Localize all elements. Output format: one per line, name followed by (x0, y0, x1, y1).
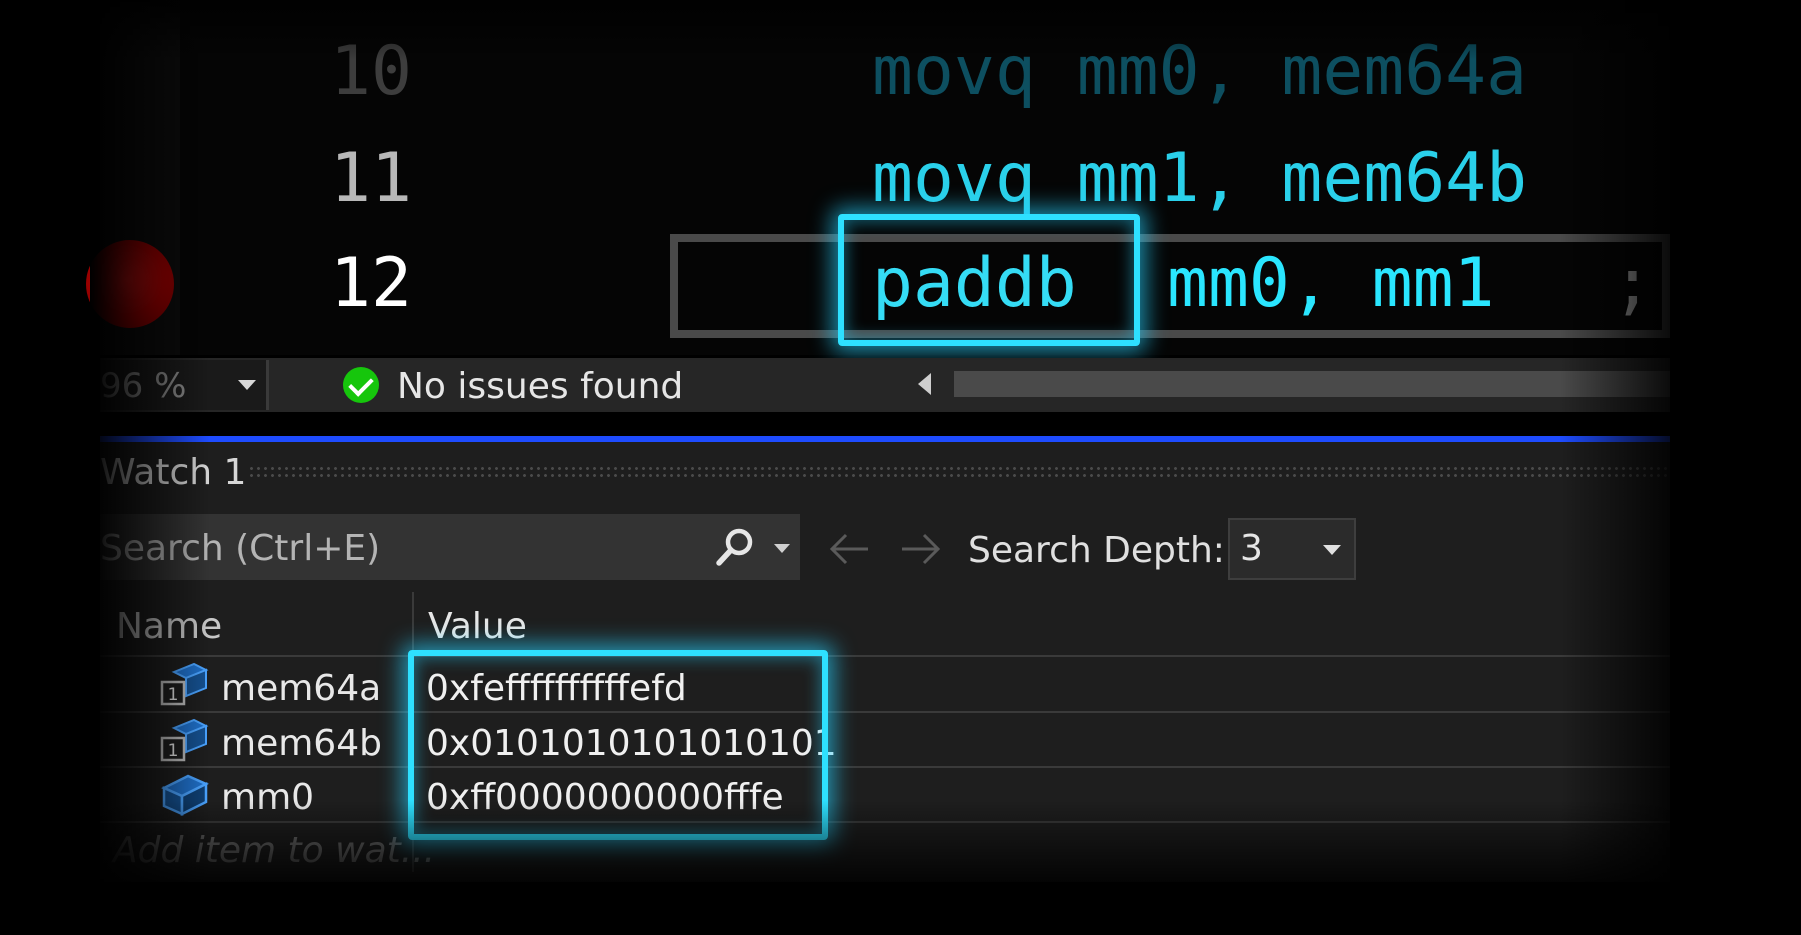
instruction-highlight-box (838, 214, 1140, 346)
watch-panel (100, 442, 1670, 882)
register-icon (161, 774, 209, 816)
row-divider (100, 711, 1670, 713)
arrow-right-icon[interactable] (898, 526, 944, 572)
panel-grip[interactable] (248, 465, 1670, 479)
column-header-value[interactable]: Value (428, 606, 527, 647)
row-divider (100, 655, 1670, 657)
chevron-down-icon[interactable] (1323, 545, 1341, 555)
watch-row-name[interactable]: mem64b (221, 723, 382, 764)
variable-icon: 1 (160, 662, 209, 706)
search-depth-label: Search Depth: (968, 530, 1225, 571)
line-number-10: 10 (330, 32, 412, 111)
column-header-name[interactable]: Name (116, 606, 222, 647)
screenshot-frame: 10 11 12 movq mm0, mem64a movq mm1, mem6… (0, 0, 1801, 935)
zoom-value: 96 % (100, 366, 187, 406)
row-divider (100, 766, 1670, 768)
watch-row-name[interactable]: mm0 (221, 777, 314, 818)
watch-row-name[interactable]: mem64a (221, 668, 381, 709)
code-line-12-comment: ; (1612, 244, 1653, 323)
svg-text:1: 1 (168, 685, 179, 705)
check-circle-icon (343, 367, 379, 403)
code-line-10[interactable]: movq mm0, mem64a (872, 38, 1527, 106)
values-highlight-box (408, 650, 828, 840)
variable-icon: 1 (160, 718, 209, 762)
svg-text:1: 1 (168, 741, 179, 761)
watch-search-placeholder[interactable]: Search (Ctrl+E) (100, 528, 380, 569)
horizontal-scrollbar[interactable] (954, 371, 1670, 397)
add-watch-item[interactable]: Add item to wat... (113, 830, 435, 871)
row-divider (100, 821, 1670, 823)
arrow-left-icon[interactable] (826, 526, 872, 572)
search-icon[interactable] (714, 526, 756, 568)
chevron-down-icon[interactable] (774, 544, 790, 553)
zoom-dropdown[interactable]: 96 % (100, 360, 269, 410)
watch-panel-title[interactable]: Watch 1 (100, 452, 246, 493)
issues-status[interactable]: No issues found (397, 366, 683, 407)
line-number-12: 12 (330, 244, 412, 323)
scroll-left-icon[interactable] (918, 373, 931, 395)
code-line-12-operands[interactable]: mm0, mm1 (1167, 250, 1495, 318)
line-number-11: 11 (330, 139, 412, 218)
search-depth-value[interactable]: 3 (1240, 528, 1263, 569)
breakpoint-icon[interactable] (86, 240, 174, 328)
code-line-11[interactable]: movq mm1, mem64b (872, 145, 1527, 213)
chevron-down-icon (238, 380, 256, 390)
